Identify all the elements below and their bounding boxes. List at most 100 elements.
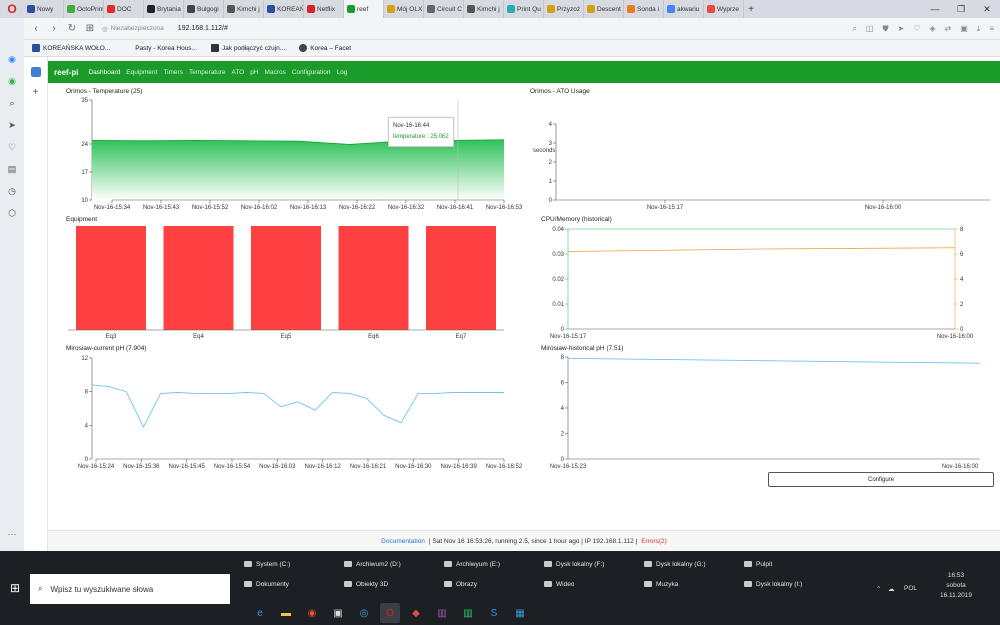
taskbar-jumplist-item[interactable]: Obiekty 3D xyxy=(336,575,436,593)
temp-x-tick-label: Nov-16-16:32 xyxy=(388,205,425,211)
equipment-bar-label: Eq3 xyxy=(106,334,117,340)
language-indicator[interactable]: POL xyxy=(904,585,917,592)
drive-icon xyxy=(744,581,752,587)
taskbar-jumplist-item[interactable]: Dysk lokalny (G:) xyxy=(636,555,736,573)
ph-y-tick-label: 12 xyxy=(81,356,88,362)
temp-y-tick-label: 17 xyxy=(81,170,88,176)
equipment-bar-label: Eq7 xyxy=(456,334,467,340)
ato-x-tick-label: Nov-16-15:17 xyxy=(647,205,684,211)
drive-icon xyxy=(744,561,752,567)
taskbar-jumplist-label: Dysk lokalny (F:) xyxy=(556,560,605,568)
ato-y-tick-label: 3 xyxy=(549,141,553,147)
equipment-bar-label: Eq4 xyxy=(193,334,204,340)
ph-x-tick-label: Nov-16-16:03 xyxy=(259,464,296,470)
ph-x-tick-label: Nov-16-15:54 xyxy=(214,464,251,470)
temperature-area xyxy=(92,139,504,200)
taskbar-jumplist-label: Wideo xyxy=(556,580,575,588)
taskbar-jumplist-label: Dokumenty xyxy=(256,580,289,588)
equipment-bar-label: Eq6 xyxy=(368,334,379,340)
temp-x-tick-label: Nov-16-15:52 xyxy=(192,205,229,211)
cpu-x-tick-label: Nov-16-16:00 xyxy=(937,334,974,340)
taskbar-jumplist-label: System (C:) xyxy=(256,560,291,568)
drive-icon xyxy=(344,581,352,587)
temp-x-tick-label: Nov-16-16:02 xyxy=(241,205,278,211)
system-tray: ⌃ ☁ POL 16:53 sobota 16.11.2019 xyxy=(870,565,1000,605)
taskbar-jumplist-item[interactable]: Dysk lokalny (I:) xyxy=(736,575,836,593)
cpu-y2-tick-label: 2 xyxy=(960,302,964,308)
phh-x-tick-label: Nov-16-16:00 xyxy=(942,464,979,470)
drive-icon xyxy=(644,581,652,587)
taskbar-jumplist-item[interactable]: Pulpit xyxy=(736,555,836,573)
equipment-bar xyxy=(338,226,409,330)
windows-start-icon[interactable]: ⊞ xyxy=(0,573,30,603)
temp-x-tick-label: Nov-16-16:53 xyxy=(486,205,523,211)
ato-y-tick-label: 4 xyxy=(549,122,553,128)
store-icon[interactable]: ▣ xyxy=(328,603,348,623)
equipment-bar xyxy=(76,226,146,330)
temp-x-tick-label: Nov-16-15:43 xyxy=(143,205,180,211)
temp-y-tick-label: 24 xyxy=(81,142,88,148)
temp-x-tick-label: Nov-16-16:41 xyxy=(437,205,474,211)
equipment-bar xyxy=(426,226,496,330)
app-icon[interactable]: ▦ xyxy=(510,603,530,623)
temp-x-tick-label: Nov-16-16:13 xyxy=(290,205,327,211)
configure-button[interactable]: Configure xyxy=(768,472,994,487)
taskbar-jumplist-item[interactable]: Archiwyum (E:) xyxy=(436,555,536,573)
clock-day: sobota xyxy=(946,582,966,589)
clock-date: 16.11.2019 xyxy=(939,592,973,599)
taskbar-jumplist-item[interactable]: Obrazy xyxy=(436,575,536,593)
taskbar-jumplist-item[interactable]: Dysk lokalny (F:) xyxy=(536,555,636,573)
drive-icon xyxy=(244,561,252,567)
drive-icon xyxy=(544,581,552,587)
tooltip-time: Nov-16-16:44 xyxy=(393,123,430,129)
windows-taskbar: ⊞ ⌕ Wpisz tu wyszukiwane słowa System (C… xyxy=(0,551,1000,625)
taskbar-jumplist-item[interactable]: Muzyka xyxy=(636,575,736,593)
clock[interactable]: 16:53 sobota 16.11.2019 xyxy=(936,571,976,601)
temperature-tooltip: Nov-16-16:44 temperature : 25.062 xyxy=(388,117,454,147)
folder-icon[interactable]: ▬ xyxy=(276,603,296,623)
cpu-y-tick-label: 0.01 xyxy=(552,302,564,308)
cpu-y-tick-label: 0 xyxy=(561,327,565,333)
phh-y-tick-label: 2 xyxy=(561,432,565,438)
equipment-bar-label: Eq5 xyxy=(281,334,292,340)
skype-icon[interactable]: S xyxy=(484,603,504,623)
app-icon[interactable]: ◆ xyxy=(406,603,426,623)
cloud-icon[interactable]: ☁ xyxy=(888,585,895,593)
taskbar-jumplist-item[interactable]: Archiwum2 (D:) xyxy=(336,555,436,573)
chevron-up-icon[interactable]: ⌃ xyxy=(876,585,881,593)
temp-x-tick-label: Nov-16-16:22 xyxy=(339,205,376,211)
cpu-y2-tick-label: 4 xyxy=(960,277,964,283)
equipment-bar xyxy=(251,226,321,330)
drive-icon xyxy=(244,581,252,587)
cpu-x-tick-label: Nov-16-15:17 xyxy=(550,334,587,340)
ph-x-tick-label: Nov-16-15:36 xyxy=(123,464,160,470)
taskbar-jumplist-item[interactable]: System (C:) xyxy=(236,555,336,573)
errors-link[interactable]: Errors(2) xyxy=(641,538,667,545)
chrome-icon[interactable]: ◉ xyxy=(302,603,322,623)
clock-time: 16:53 xyxy=(947,572,965,579)
search-icon: ⌕ xyxy=(38,584,43,593)
documentation-link[interactable]: Documentation xyxy=(381,538,425,545)
app-icon[interactable]: ▥ xyxy=(432,603,452,623)
ph-x-tick-label: Nov-16-16:30 xyxy=(395,464,432,470)
ph-historical-line xyxy=(567,357,981,364)
temp-y-tick-label: 35 xyxy=(81,98,88,104)
cpu-y2-tick-label: 6 xyxy=(960,252,964,258)
taskbar-jumplist-item[interactable]: Wideo xyxy=(536,575,636,593)
ph-x-tick-label: Nov-16-16:39 xyxy=(440,464,477,470)
opera-icon[interactable]: O xyxy=(380,603,400,623)
taskbar-jumplist-label: Obiekty 3D xyxy=(356,580,389,588)
ph-x-tick-label: Nov-16-15:24 xyxy=(78,464,115,470)
cpu-y2-tick-label: 8 xyxy=(960,227,964,233)
taskbar-search[interactable]: ⌕ Wpisz tu wyszukiwane słowa xyxy=(30,574,230,604)
ato-y-tick-label: 1 xyxy=(549,179,553,185)
edge-icon[interactable]: e xyxy=(250,603,270,623)
ph-x-tick-label: Nov-16-15:45 xyxy=(168,464,205,470)
ph-x-tick-label: Nov-16-16:21 xyxy=(350,464,387,470)
app-icon[interactable]: ◎ xyxy=(354,603,374,623)
app-icon[interactable]: ▥ xyxy=(458,603,478,623)
taskbar-jumplist-item[interactable]: Dokumenty xyxy=(236,575,336,593)
drive-icon xyxy=(644,561,652,567)
drive-icon xyxy=(444,581,452,587)
taskbar-jumplist-label: Dysk lokalny (I:) xyxy=(756,580,803,588)
